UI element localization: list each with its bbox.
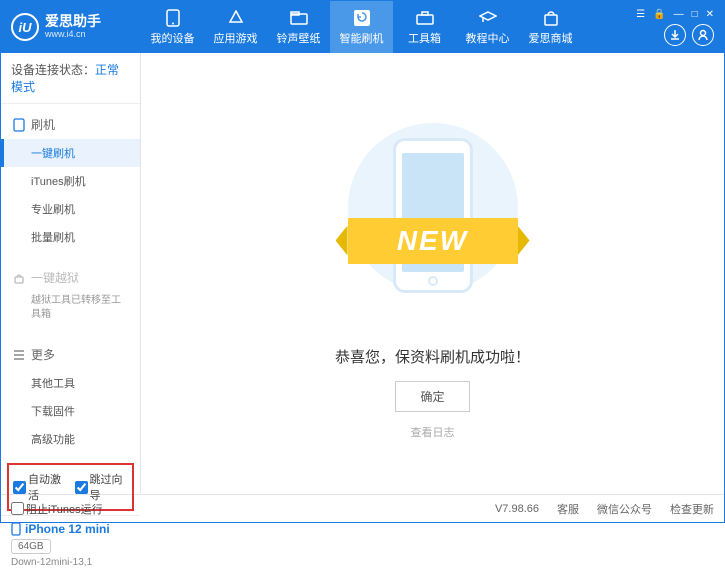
window-controls: ☰ 🔒 — □ ✕ — [636, 9, 714, 20]
sidebar-item-oneclick-flash[interactable]: 一键刷机 — [1, 139, 140, 167]
nav-tutorials[interactable]: 教程中心 — [456, 1, 519, 53]
nav-label: 教程中心 — [466, 30, 510, 46]
checkbox-skip-guide[interactable]: 跳过向导 — [75, 471, 129, 503]
nav-label: 应用游戏 — [214, 30, 258, 46]
sidebar-section-flash[interactable]: 刷机 — [1, 110, 140, 139]
list-icon — [13, 350, 25, 360]
check-update-link[interactable]: 检查更新 — [670, 501, 714, 517]
nav-store[interactable]: 爱思商城 — [519, 1, 582, 53]
sidebar-section-jailbreak: 一键越狱 — [1, 263, 140, 292]
user-button[interactable] — [692, 24, 714, 46]
sidebar-item-download-firmware[interactable]: 下载固件 — [1, 397, 140, 425]
sidebar-item-pro-flash[interactable]: 专业刷机 — [1, 195, 140, 223]
sidebar-item-other-tools[interactable]: 其他工具 — [1, 369, 140, 397]
phone-small-icon — [13, 118, 25, 132]
nav-ringtones[interactable]: 铃声壁纸 — [267, 1, 330, 53]
device-identifier: Down-12mini-13,1 — [11, 557, 130, 568]
ok-button[interactable]: 确定 — [395, 381, 469, 412]
brand-name: 爱思助手 — [45, 14, 101, 29]
jailbreak-note: 越狱工具已转移至工具箱 — [1, 292, 140, 328]
download-button[interactable] — [664, 24, 686, 46]
device-name: iPhone 12 mini — [11, 522, 130, 536]
wechat-link[interactable]: 微信公众号 — [597, 501, 652, 517]
nav-my-device[interactable]: 我的设备 — [141, 1, 204, 53]
nav-label: 智能刷机 — [340, 30, 384, 46]
success-message: 恭喜您，保资料刷机成功啦！ — [335, 346, 530, 367]
close-icon[interactable]: ✕ — [706, 9, 714, 20]
new-badge: NEW — [348, 218, 518, 264]
maximize-icon[interactable]: □ — [692, 9, 698, 20]
device-panel[interactable]: iPhone 12 mini 64GB Down-12mini-13,1 — [1, 515, 140, 574]
nav-label: 爱思商城 — [529, 30, 573, 46]
version-label: V7.98.66 — [495, 503, 539, 515]
logo-area: iU 爱思助手 www.i4.cn — [11, 13, 141, 41]
apps-icon — [227, 9, 245, 27]
main-content: NEW 恭喜您，保资料刷机成功啦！ 确定 查看日志 — [141, 53, 724, 494]
sidebar-item-advanced[interactable]: 高级功能 — [1, 425, 140, 453]
nav-label: 我的设备 — [151, 30, 195, 46]
nav-smart-flash[interactable]: 智能刷机 — [330, 1, 393, 53]
sidebar-section-more[interactable]: 更多 — [1, 340, 140, 369]
checkbox-auto-activate[interactable]: 自动激活 — [13, 471, 67, 503]
nav-apps-games[interactable]: 应用游戏 — [204, 1, 267, 53]
connection-status: 设备连接状态：正常模式 — [1, 53, 140, 104]
sidebar: 设备连接状态：正常模式 刷机 一键刷机 iTunes刷机 专业刷机 批量刷机 一… — [1, 53, 141, 494]
checkbox-block-itunes[interactable]: 阻止iTunes运行 — [11, 501, 103, 517]
device-storage: 64GB — [11, 539, 51, 554]
view-log-link[interactable]: 查看日志 — [411, 424, 455, 440]
nav-label: 铃声壁纸 — [277, 30, 321, 46]
app-header: iU 爱思助手 www.i4.cn 我的设备 应用游戏 铃声壁纸 智能刷机 工具… — [1, 1, 724, 53]
toolbox-icon — [416, 9, 434, 27]
graduation-icon — [479, 9, 497, 27]
device-icon — [11, 522, 21, 536]
lock-small-icon — [13, 272, 25, 284]
brand-url: www.i4.cn — [45, 30, 101, 40]
nav-label: 工具箱 — [408, 30, 441, 46]
phone-illustration: NEW — [353, 118, 513, 328]
lock-icon[interactable]: 🔒 — [653, 9, 665, 20]
minimize-icon[interactable]: — — [674, 9, 684, 20]
folder-icon — [290, 9, 308, 27]
nav-toolbox[interactable]: 工具箱 — [393, 1, 456, 53]
refresh-icon — [353, 9, 371, 27]
sidebar-item-itunes-flash[interactable]: iTunes刷机 — [1, 167, 140, 195]
menu-icon[interactable]: ☰ — [636, 9, 645, 20]
phone-icon — [164, 9, 182, 27]
sidebar-item-batch-flash[interactable]: 批量刷机 — [1, 223, 140, 251]
bag-icon — [542, 9, 560, 27]
logo-icon: iU — [11, 13, 39, 41]
support-link[interactable]: 客服 — [557, 501, 579, 517]
main-nav: 我的设备 应用游戏 铃声壁纸 智能刷机 工具箱 教程中心 爱思商城 — [141, 1, 636, 53]
